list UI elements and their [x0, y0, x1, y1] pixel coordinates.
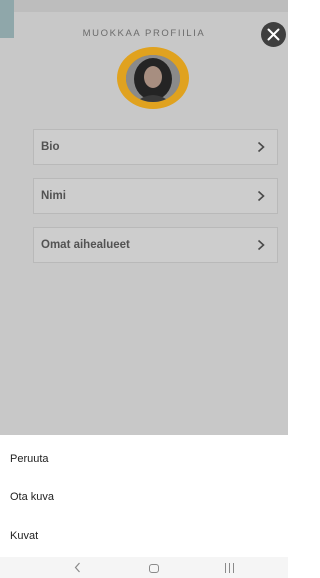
avatar-photo	[126, 55, 180, 102]
name-row[interactable]: Nimi	[33, 178, 278, 214]
screen: MUOKKAA PROFIILIA Bio Nimi Omat aihealue…	[0, 0, 288, 578]
chevron-right-icon	[257, 141, 265, 153]
close-icon	[267, 28, 280, 41]
topics-row[interactable]: Omat aihealueet	[33, 227, 278, 263]
take-photo-option[interactable]: Ota kuva	[10, 491, 54, 503]
avatar[interactable]	[126, 55, 180, 102]
topics-label: Omat aihealueet	[41, 239, 130, 251]
close-button[interactable]	[261, 22, 286, 47]
recent-apps-icon[interactable]	[224, 563, 236, 573]
photo-options-sheet: Peruuta Ota kuva Kuvat	[0, 435, 288, 557]
cancel-option[interactable]: Peruuta	[10, 453, 49, 465]
name-label: Nimi	[41, 190, 66, 202]
page-title: MUOKKAA PROFIILIA	[82, 28, 206, 39]
back-icon[interactable]	[74, 562, 81, 573]
photos-option[interactable]: Kuvat	[10, 530, 38, 542]
system-nav-bar	[0, 557, 288, 578]
bio-label: Bio	[41, 141, 60, 153]
home-icon[interactable]	[149, 564, 159, 573]
chevron-right-icon	[257, 239, 265, 251]
chevron-right-icon	[257, 190, 265, 202]
bio-row[interactable]: Bio	[33, 129, 278, 165]
status-strip	[0, 0, 288, 38]
profile-editor-background: MUOKKAA PROFIILIA Bio Nimi Omat aihealue…	[0, 0, 288, 435]
